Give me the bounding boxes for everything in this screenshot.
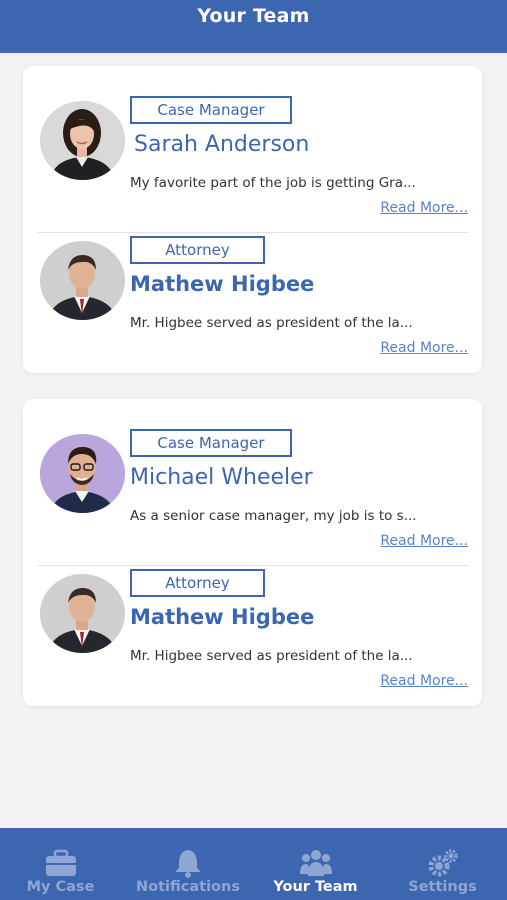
read-more-link[interactable]: Read More... xyxy=(380,340,468,356)
role-badge: Attorney xyxy=(130,236,265,264)
team-member-case-manager[interactable]: Case Manager Sarah Anderson My favorite … xyxy=(23,96,482,236)
role-badge: Case Manager xyxy=(130,96,292,124)
tab-label: Notifications xyxy=(136,879,240,895)
tab-your-team[interactable]: Your Team xyxy=(265,828,366,900)
avatar xyxy=(40,241,125,320)
team-member-attorney[interactable]: Attorney Mathew Higbee Mr. Higbee served… xyxy=(23,569,482,709)
role-badge: Attorney xyxy=(130,569,265,597)
team-member-attorney[interactable]: Attorney Mathew Higbee Mr. Higbee served… xyxy=(23,236,482,376)
member-name: Michael Wheeler xyxy=(130,465,313,490)
role-badge: Case Manager xyxy=(130,429,292,457)
people-icon xyxy=(299,848,333,878)
tab-label: Your Team xyxy=(273,879,358,895)
member-name: Mathew Higbee xyxy=(130,272,315,296)
bottom-tab-bar: My Case Notifications Your Team Settings xyxy=(0,828,507,900)
member-name: Mathew Higbee xyxy=(130,605,315,629)
team-card: Case Manager Michael Wheeler As a senior… xyxy=(23,399,482,706)
briefcase-icon xyxy=(44,848,78,878)
gears-icon xyxy=(426,848,460,878)
avatar xyxy=(40,101,125,180)
tab-notifications[interactable]: Notifications xyxy=(128,828,248,900)
divider xyxy=(37,565,468,566)
team-card: Case Manager Sarah Anderson My favorite … xyxy=(23,66,482,373)
member-bio: Mr. Higbee served as president of the la… xyxy=(130,648,413,664)
tab-label: Settings xyxy=(408,879,477,895)
member-bio: As a senior case manager, my job is to s… xyxy=(130,508,417,524)
bell-icon xyxy=(171,848,205,878)
divider xyxy=(37,232,468,233)
read-more-link[interactable]: Read More... xyxy=(380,533,468,549)
avatar xyxy=(40,434,125,513)
tab-label: My Case xyxy=(26,879,95,895)
team-member-case-manager[interactable]: Case Manager Michael Wheeler As a senior… xyxy=(23,429,482,569)
app-header: Your Team xyxy=(0,0,507,53)
tab-settings[interactable]: Settings xyxy=(392,828,493,900)
tab-my-case[interactable]: My Case xyxy=(10,828,111,900)
page-title: Your Team xyxy=(197,5,310,27)
read-more-link[interactable]: Read More... xyxy=(380,200,468,216)
member-bio: My favorite part of the job is getting G… xyxy=(130,175,416,191)
avatar xyxy=(40,574,125,653)
member-bio: Mr. Higbee served as president of the la… xyxy=(130,315,413,331)
member-name: Sarah Anderson xyxy=(134,132,310,157)
read-more-link[interactable]: Read More... xyxy=(380,673,468,689)
